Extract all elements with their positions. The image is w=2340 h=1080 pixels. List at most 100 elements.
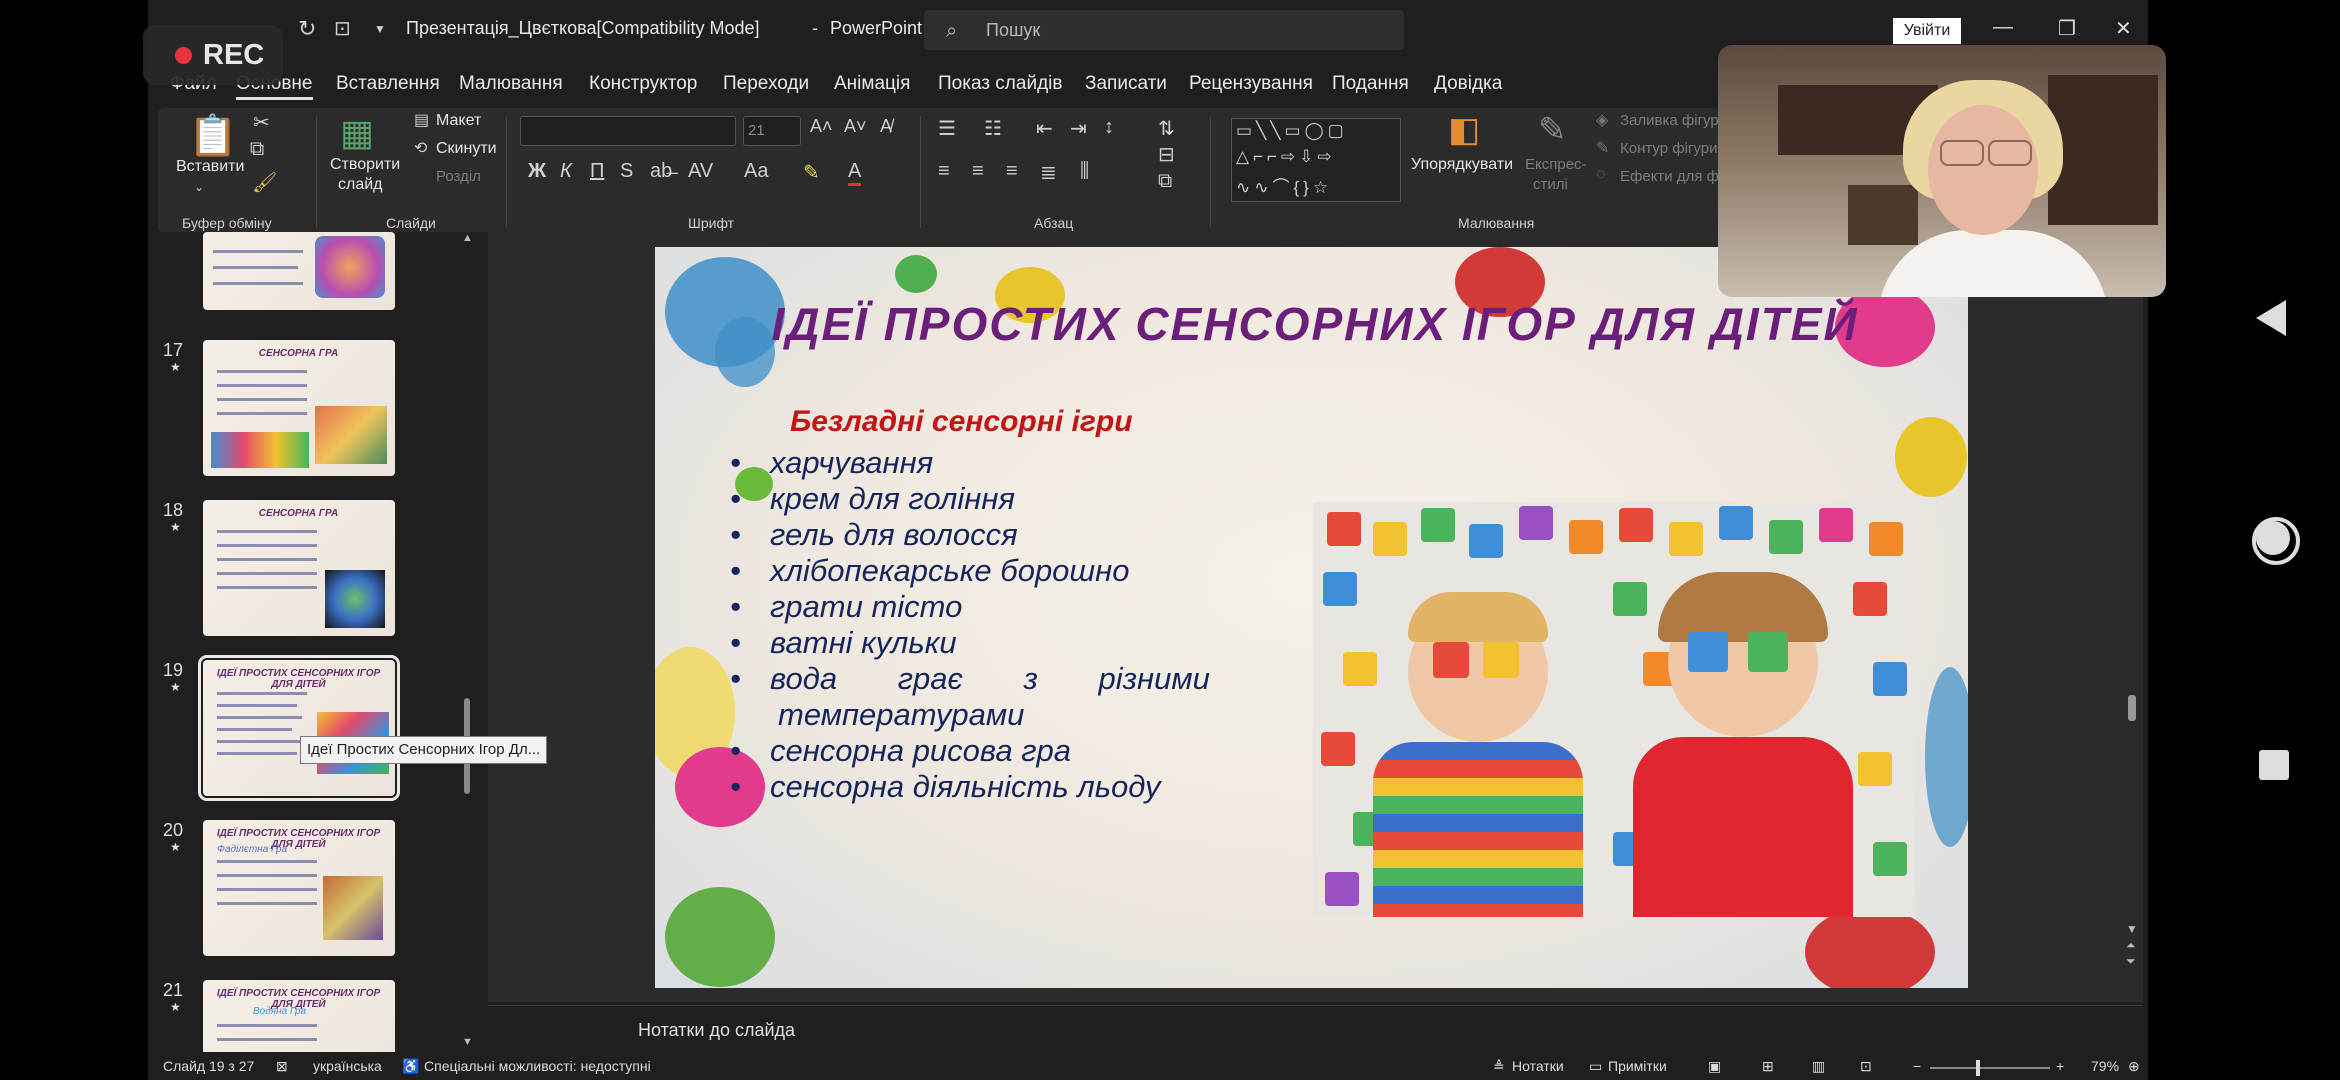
tab-view[interactable]: Подання <box>1332 73 1409 95</box>
new-slide-icon[interactable]: ▦ <box>340 112 374 154</box>
arrange-button[interactable]: Упорядкувати <box>1411 156 1513 174</box>
shapes-gallery[interactable]: ▭╲╲▭◯▢ △⌐⌐⇨⇩⇨ ∿∿⌒{}☆ <box>1231 118 1401 202</box>
new-slide-button[interactable]: Створити <box>330 156 400 174</box>
slide-thumbnail-20[interactable]: ІДЕЇ ПРОСТИХ СЕНСОРНИХ ІГОР ДЛЯ ДІТЕЙ Фа… <box>203 820 395 956</box>
numbering-icon[interactable]: ☷ <box>984 116 1002 141</box>
font-size-box[interactable]: 21 <box>743 116 801 146</box>
editor-scrollbar-thumb[interactable] <box>2128 695 2136 721</box>
slide-thumbnail-17[interactable]: СЕНСОРНА ГРА <box>203 340 395 476</box>
cut-icon[interactable]: ✂ <box>253 110 270 135</box>
align-text-icon[interactable]: ⊟ <box>1158 142 1175 167</box>
slide-sorter-icon[interactable]: ⊞ <box>1762 1058 1774 1075</box>
new-slide-button-line2[interactable]: слайд <box>338 176 383 194</box>
customize-toolbar-icon[interactable]: ▼ <box>374 22 386 36</box>
tab-help[interactable]: Довідка <box>1434 73 1502 95</box>
reading-view-icon[interactable]: ▥ <box>1812 1058 1825 1075</box>
notes-toggle-button[interactable]: Нотатки <box>1512 1058 1564 1074</box>
bold-icon[interactable]: Ж <box>528 160 546 183</box>
redo-icon[interactable]: ↻ <box>298 16 316 42</box>
accessibility-status[interactable]: Спеціальні можливості: недоступні <box>424 1058 651 1074</box>
tab-animations[interactable]: Анімація <box>834 73 910 95</box>
italic-icon[interactable]: К <box>560 160 572 183</box>
reset-button[interactable]: Скинути <box>436 140 497 158</box>
close-icon[interactable]: ✕ <box>2115 16 2132 41</box>
paste-icon[interactable]: 📋 <box>188 112 238 159</box>
columns-icon[interactable]: ⫼ <box>1080 160 1089 183</box>
slideshow-icon[interactable]: ⊡ <box>1860 1058 1872 1075</box>
fit-to-window-icon[interactable]: ⊕ <box>2128 1058 2140 1075</box>
align-center-icon[interactable]: ≡ <box>972 160 984 183</box>
chevron-down-icon[interactable]: ⌄ <box>194 180 204 194</box>
shrink-font-icon[interactable]: A˅ <box>844 116 867 137</box>
tab-draw[interactable]: Малювання <box>459 73 563 95</box>
back-icon[interactable] <box>2256 300 2286 336</box>
highlight-icon[interactable]: ✎ <box>803 160 820 185</box>
layout-button[interactable]: Макет <box>436 112 481 130</box>
zoom-out-icon[interactable]: − <box>1913 1058 1921 1074</box>
shape-fill-button[interactable]: Заливка фігури <box>1620 112 1727 129</box>
align-left-icon[interactable]: ≡ <box>938 160 950 183</box>
quick-styles-button[interactable]: Експрес- <box>1525 156 1587 173</box>
paste-button[interactable]: Вставити <box>176 158 244 176</box>
slides-panel-scrollbar[interactable]: ▲ ▼ <box>460 232 474 1052</box>
slide-thumbnail-18[interactable]: СЕНСОРНА ГРА <box>203 500 395 636</box>
tab-transitions[interactable]: Переходи <box>723 73 809 95</box>
accessibility-icon[interactable]: ♿ <box>402 1058 419 1075</box>
quick-styles-button-line2[interactable]: стилі <box>1533 176 1568 193</box>
strikethrough-icon[interactable]: ab̶ <box>650 160 672 183</box>
search-box[interactable]: ⌕ Пошук <box>924 10 1404 50</box>
spelling-icon[interactable]: ⊠ <box>276 1058 288 1075</box>
change-case-icon[interactable]: Aa <box>744 160 768 183</box>
spacing-icon[interactable]: AV <box>688 160 713 183</box>
scroll-down-icon[interactable]: ▼ <box>2126 922 2138 936</box>
clear-format-icon[interactable]: A̸ <box>880 116 892 137</box>
slide-thumbnail-16[interactable] <box>203 232 395 310</box>
scroll-up-icon[interactable]: ▲ <box>462 232 473 244</box>
recent-apps-icon[interactable] <box>2259 750 2289 780</box>
slide-thumbnail-19-selected[interactable]: ІДЕЇ ПРОСТИХ СЕНСОРНИХ ІГОР ДЛЯ ДІТЕЙ <box>198 655 400 801</box>
minimize-icon[interactable]: — <box>1993 16 2013 39</box>
font-name-box[interactable] <box>520 116 736 146</box>
shape-outline-button[interactable]: Контур фігури <box>1620 140 1717 157</box>
copy-icon[interactable]: ⧉ <box>250 138 264 161</box>
zoom-slider[interactable] <box>1930 1067 2050 1069</box>
grow-font-icon[interactable]: A˄ <box>810 116 833 137</box>
sign-in-button[interactable]: Увійти <box>1893 18 1961 44</box>
font-color-icon[interactable]: A <box>848 160 862 186</box>
quick-styles-icon[interactable]: ✎ <box>1538 110 1567 150</box>
section-button[interactable]: Розділ <box>436 168 481 185</box>
zoom-level[interactable]: 79% <box>2091 1058 2119 1074</box>
line-spacing-icon[interactable]: ↕ <box>1104 116 1114 139</box>
notes-pane[interactable]: Нотатки до слайда <box>488 1005 2143 1056</box>
next-slide-icon[interactable]: ⏷ <box>2126 954 2136 969</box>
underline-icon[interactable]: П <box>590 160 604 183</box>
language-indicator[interactable]: українська <box>313 1058 382 1074</box>
tab-design[interactable]: Конструктор <box>589 73 697 95</box>
normal-view-icon[interactable]: ▣ <box>1708 1058 1721 1075</box>
scroll-down-icon[interactable]: ▼ <box>462 1036 473 1048</box>
justify-icon[interactable]: ≣ <box>1040 160 1057 185</box>
previous-slide-icon[interactable]: ⏶ <box>2126 938 2136 953</box>
zoom-slider-thumb[interactable] <box>1976 1060 1980 1076</box>
bullets-icon[interactable]: ☰ <box>938 116 956 141</box>
align-right-icon[interactable]: ≡ <box>1006 160 1018 183</box>
text-direction-icon[interactable]: ⇅ <box>1158 116 1175 141</box>
tab-slideshow[interactable]: Показ слайдів <box>938 73 1062 95</box>
decrease-indent-icon[interactable]: ⇤ <box>1036 116 1053 141</box>
thumbnail-subtitle: Водяна Гра <box>253 1006 307 1017</box>
tab-insert[interactable]: Вставлення <box>336 73 440 95</box>
arrange-icon[interactable]: ◧ <box>1448 110 1480 150</box>
shadow-icon[interactable]: S <box>620 160 633 183</box>
smartart-icon[interactable]: ⧉ <box>1158 170 1172 193</box>
slide-thumbnail-21[interactable]: ІДЕЇ ПРОСТИХ СЕНСОРНИХ ІГОР ДЛЯ ДІТЕЙ Во… <box>203 980 395 1052</box>
comments-toggle-button[interactable]: Примітки <box>1608 1058 1667 1074</box>
current-slide[interactable]: ІДЕЇ ПРОСТИХ СЕНСОРНИХ ІГОР ДЛЯ ДІТЕЙ Бе… <box>655 247 1968 988</box>
increase-indent-icon[interactable]: ⇥ <box>1070 116 1087 141</box>
tab-review[interactable]: Рецензування <box>1189 73 1313 95</box>
present-icon[interactable]: ⊡ <box>334 16 351 41</box>
format-painter-icon[interactable]: 🖌 <box>252 170 277 195</box>
recording-indicator[interactable]: REC <box>143 25 283 85</box>
tab-record[interactable]: Записати <box>1085 73 1167 95</box>
restore-icon[interactable]: ❐ <box>2058 16 2076 41</box>
zoom-in-icon[interactable]: + <box>2056 1058 2064 1074</box>
